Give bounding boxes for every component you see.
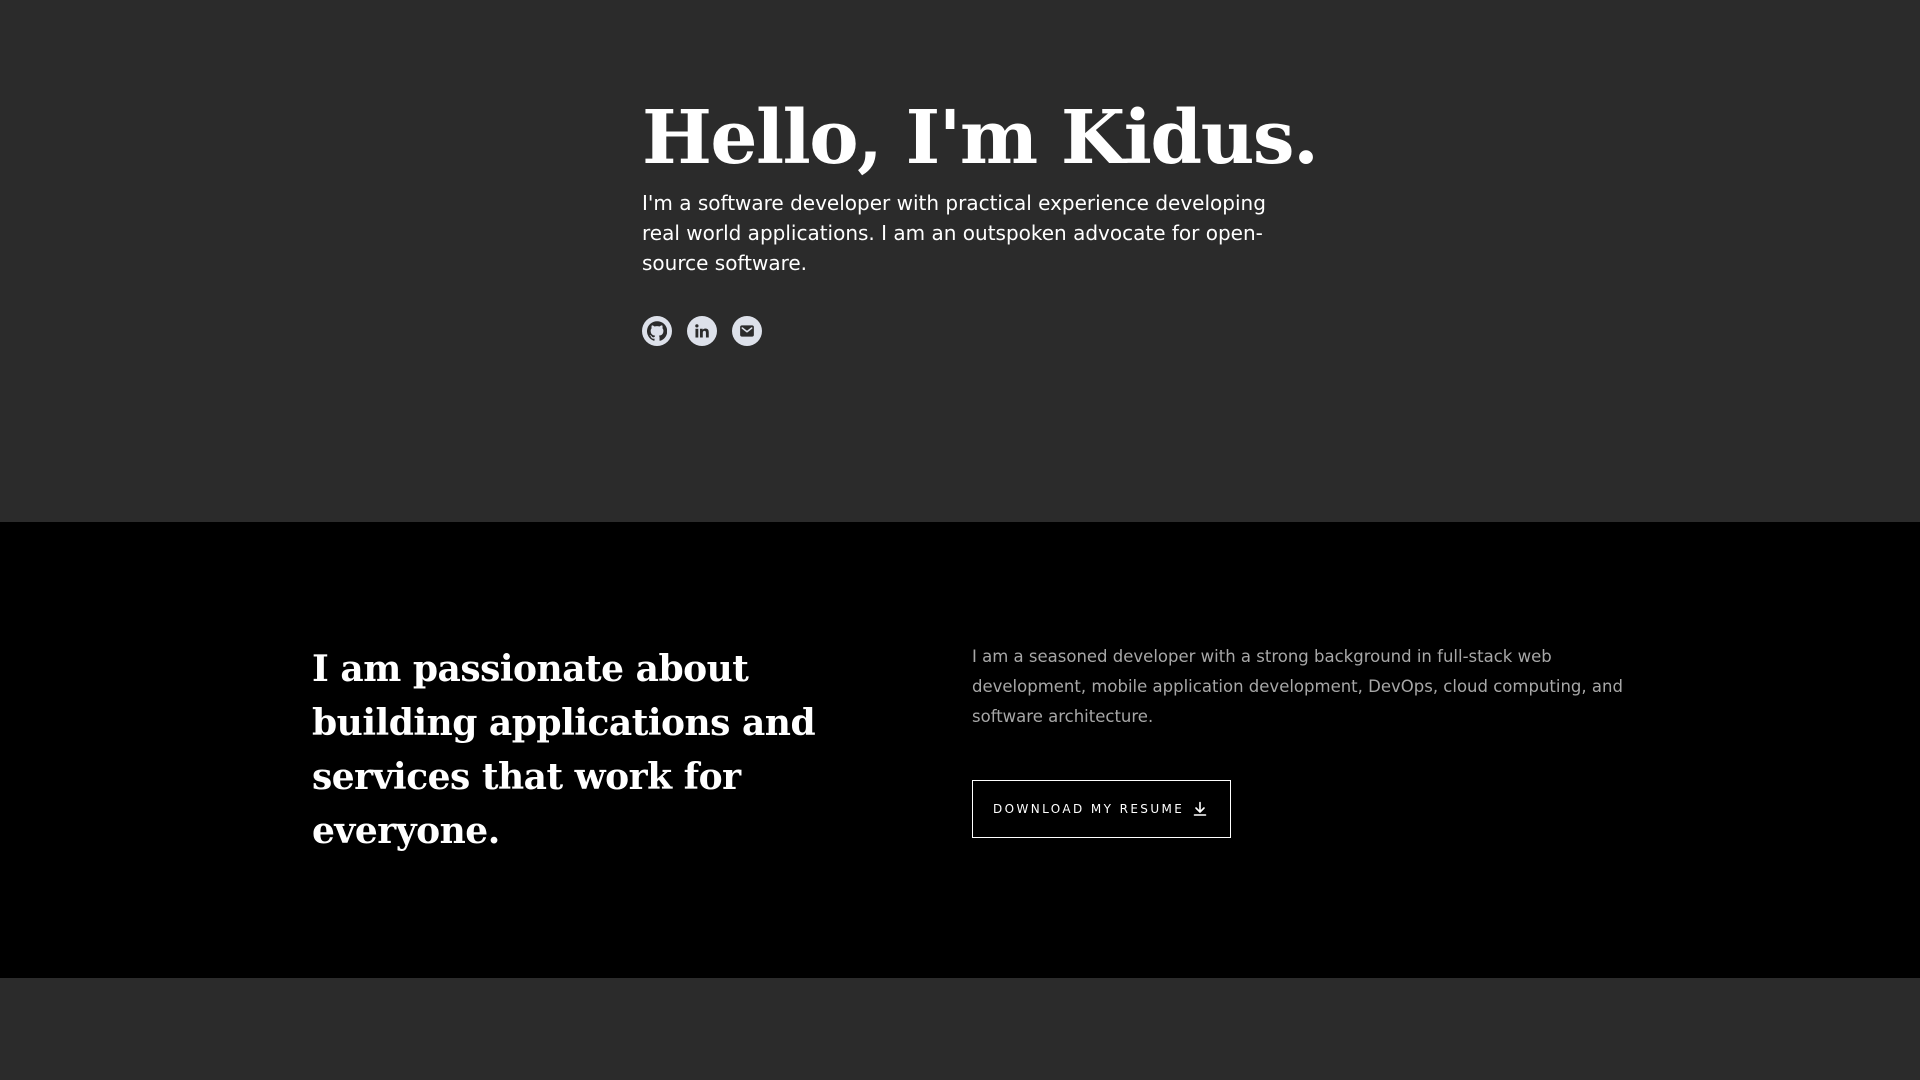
linkedin-link[interactable] <box>687 316 717 346</box>
download-resume-button[interactable]: DOWNLOAD MY RESUME <box>972 780 1232 838</box>
about-section: I am passionate about building applicati… <box>0 522 1920 978</box>
download-icon <box>1192 801 1208 817</box>
about-heading: I am passionate about building applicati… <box>312 648 816 852</box>
hero-subtitle: I'm a software developer with practical … <box>642 191 1266 275</box>
download-resume-label: DOWNLOAD MY RESUME <box>993 802 1185 816</box>
about-description: I am a seasoned developer with a strong … <box>972 647 1623 726</box>
email-link[interactable] <box>732 316 762 346</box>
github-link[interactable] <box>642 316 672 346</box>
hero-title: Hello, I'm Kidus. <box>642 95 1319 181</box>
email-icon <box>737 321 757 341</box>
about-details: I am a seasoned developer with a strong … <box>972 642 1632 838</box>
hero-section: Hello, I'm Kidus. I'm a software develop… <box>0 0 1920 522</box>
linkedin-icon <box>693 322 711 340</box>
hero-content: Hello, I'm Kidus. I'm a software develop… <box>642 88 1319 346</box>
social-links <box>642 316 1282 346</box>
footer-band <box>0 978 1920 1080</box>
github-icon <box>647 321 667 341</box>
